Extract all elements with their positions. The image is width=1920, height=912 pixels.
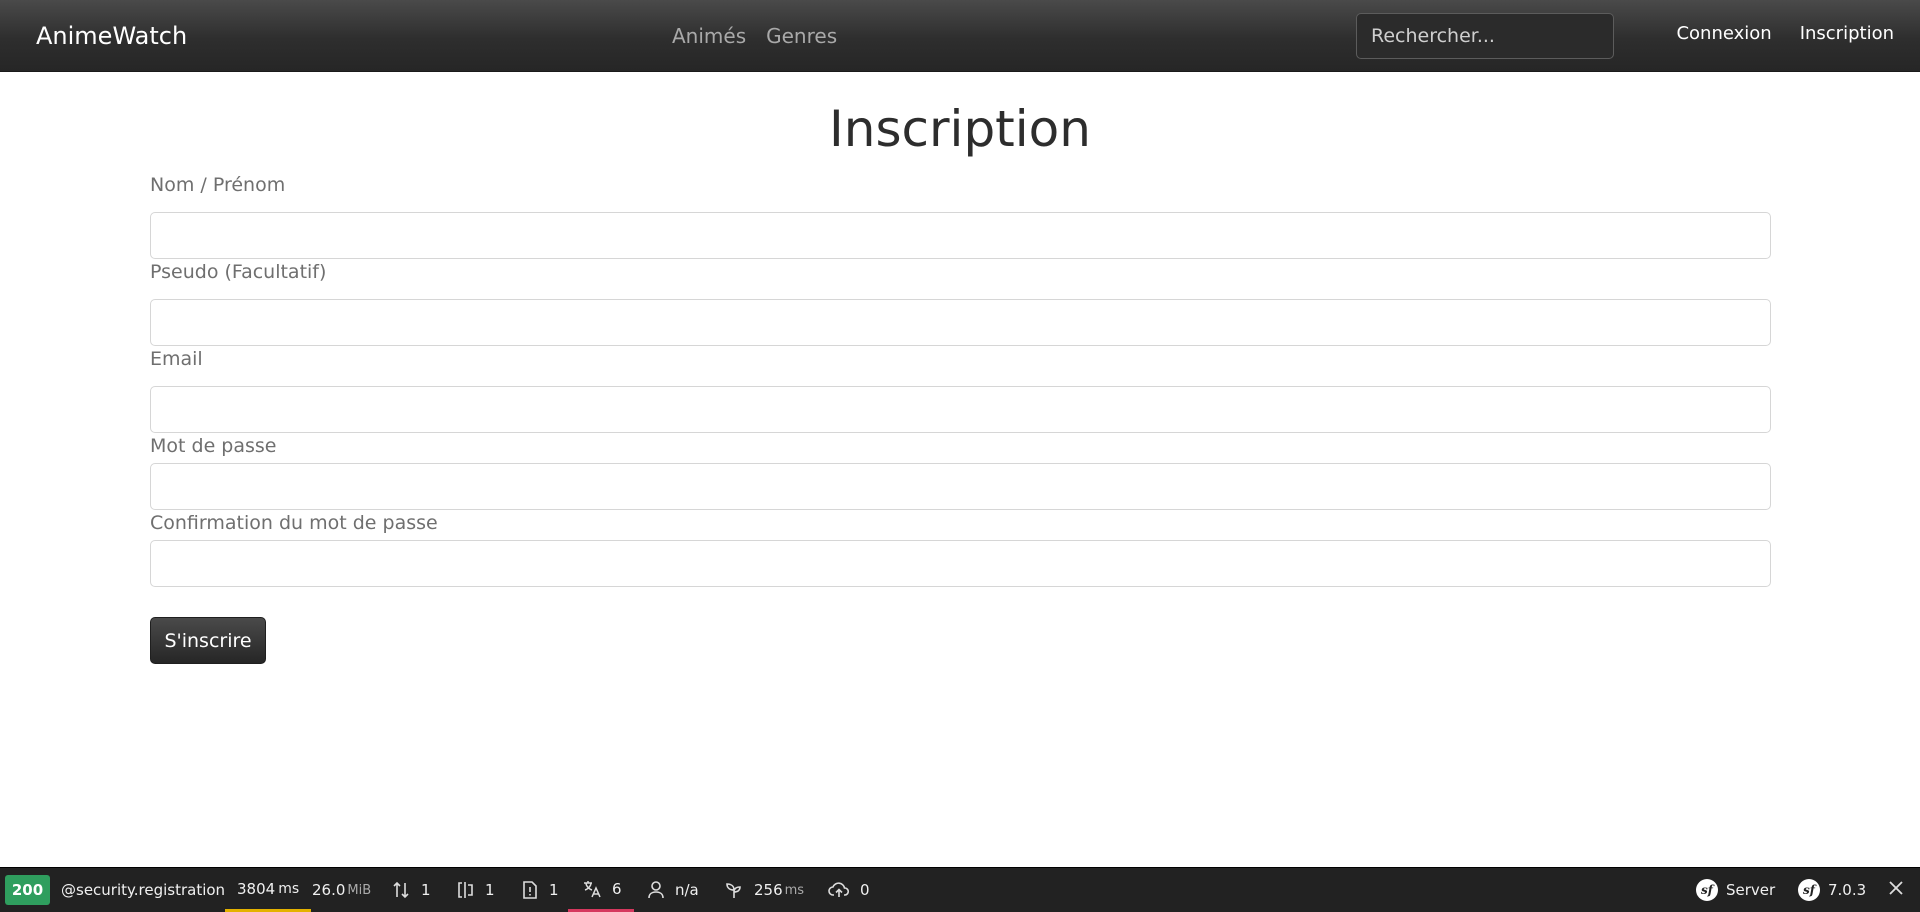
form-icon (455, 880, 475, 900)
logs-count: 1 (549, 881, 559, 899)
requests-panel[interactable]: 1 (391, 868, 431, 912)
symfony-logo-icon: sf (1696, 879, 1718, 901)
requests-count: 1 (421, 881, 431, 899)
login-link[interactable]: Connexion (1676, 23, 1771, 44)
memory-panel[interactable]: 26.0 MiB (312, 868, 371, 912)
email-label: Email (150, 348, 203, 370)
register-submit-button[interactable]: S'inscrire (150, 617, 266, 664)
password-input[interactable] (150, 463, 1771, 510)
logs-panel[interactable]: 1 (521, 868, 559, 912)
translation-panel[interactable]: 6 (568, 868, 634, 912)
symfony-version-panel[interactable]: sf 7.0.3 (1798, 868, 1866, 912)
password-confirm-label: Confirmation du mot de passe (150, 512, 438, 534)
brand-logo[interactable]: AnimeWatch (36, 0, 187, 72)
memory-value: 26.0 (312, 881, 346, 899)
translate-icon (582, 879, 602, 899)
debug-toolbar: 200 @security.registration 3804 ms 26.0 … (0, 867, 1920, 912)
page-title: Inscription (829, 100, 1091, 158)
time-value: 3804 (237, 879, 276, 898)
forms-panel[interactable]: 1 (455, 868, 495, 912)
pseudo-label: Pseudo (Facultatif) (150, 261, 327, 283)
user-icon (647, 880, 665, 900)
translations-count: 6 (612, 879, 622, 898)
forms-count: 1 (485, 881, 495, 899)
time-panel[interactable]: 3804 ms (225, 868, 312, 912)
symfony-logo-icon: sf (1798, 879, 1820, 901)
main-nav: Animés Genres (672, 0, 857, 72)
user-value: n/a (675, 881, 699, 899)
nav-link-genres[interactable]: Genres (766, 24, 837, 48)
nav-link-animes[interactable]: Animés (672, 24, 746, 48)
close-toolbar-button[interactable] (1888, 868, 1904, 912)
register-link[interactable]: Inscription (1800, 23, 1894, 44)
memory-unit: MiB (347, 882, 372, 898)
symfony-version: 7.0.3 (1828, 881, 1867, 899)
uploads-panel[interactable]: 0 (828, 868, 870, 912)
status-badge[interactable]: 200 (5, 875, 50, 905)
server-panel[interactable]: sf Server (1696, 868, 1775, 912)
password-confirm-input[interactable] (150, 540, 1771, 587)
twig-panel[interactable]: 256 ms (724, 868, 804, 912)
server-label: Server (1726, 881, 1776, 899)
password-label: Mot de passe (150, 435, 277, 457)
auth-nav: Connexion Inscription (1648, 0, 1894, 66)
twig-sprout-icon (724, 880, 744, 900)
route-name[interactable]: @security.registration (61, 868, 225, 912)
uploads-count: 0 (860, 881, 870, 899)
name-label: Nom / Prénom (150, 174, 286, 196)
document-warning-icon (521, 880, 539, 900)
arrows-up-down-icon (391, 880, 411, 900)
email-input[interactable] (150, 386, 1771, 433)
user-panel[interactable]: n/a (647, 868, 699, 912)
navbar: AnimeWatch Animés Genres Connexion Inscr… (0, 0, 1920, 72)
name-input[interactable] (150, 212, 1771, 259)
pseudo-input[interactable] (150, 299, 1771, 346)
twig-value: 256 (754, 881, 783, 899)
twig-unit: ms (784, 882, 805, 898)
search-input[interactable] (1356, 13, 1614, 59)
cloud-upload-icon (828, 880, 850, 900)
time-unit: ms (278, 880, 300, 897)
route-text: @security.registration (61, 881, 226, 899)
close-icon (1888, 880, 1904, 900)
